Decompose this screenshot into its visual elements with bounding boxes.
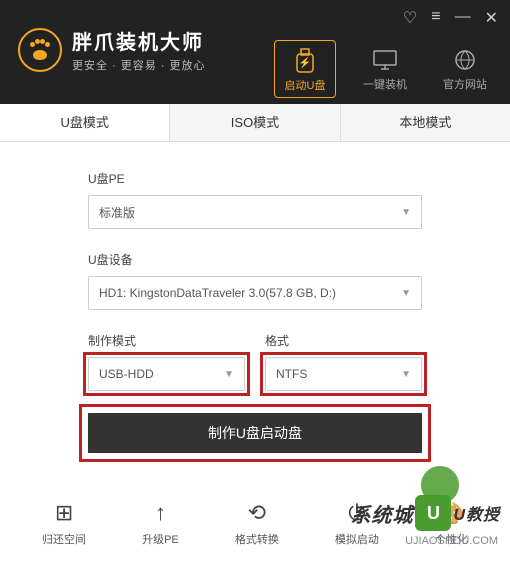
chevron-down-icon: ▼ — [401, 207, 411, 218]
pe-label: U盘PE — [88, 170, 422, 187]
watermark: 系统城 U U教授 — [350, 495, 500, 531]
chevron-down-icon: ▼ — [401, 369, 411, 380]
watermark-brand: 系统城 — [350, 499, 413, 528]
restore-icon: ⊞ — [42, 499, 86, 527]
chevron-down-icon: ▼ — [224, 369, 234, 380]
pe-select[interactable]: 标准版 ▼ — [88, 195, 422, 229]
make-mode-select[interactable]: USB-HDD ▼ — [88, 357, 245, 391]
nav-boot-usb[interactable]: ⚡ 启动U盘 — [274, 40, 336, 98]
nav-label: 一键装机 — [356, 76, 414, 92]
app-header: ♡ ≡ — ✕ 胖爪装机大师 更安全 · 更容易 · 更放心 ⚡ 启动U盘 一键… — [0, 0, 510, 104]
bottom-label: 归还空间 — [42, 531, 86, 547]
upgrade-icon: ↑ — [142, 499, 179, 527]
nav-label: 启动U盘 — [277, 77, 333, 93]
format-select[interactable]: NTFS ▼ — [265, 357, 422, 391]
make-mode-value: USB-HDD — [99, 367, 154, 381]
headset-icon[interactable]: ♡ — [403, 8, 417, 28]
bottom-label: 模拟启动 — [335, 531, 379, 547]
format-label: 格式 — [265, 332, 422, 349]
device-select[interactable]: HD1: KingstonDataTraveler 3.0(57.8 GB, D… — [88, 276, 422, 310]
format-value: NTFS — [276, 367, 307, 381]
logo-icon — [18, 28, 62, 72]
minimize-icon[interactable]: — — [455, 8, 471, 28]
watermark-logo-icon: U — [415, 495, 451, 531]
bottom-restore[interactable]: ⊞ 归还空间 — [42, 499, 86, 547]
bottom-label: 升级PE — [142, 531, 179, 547]
nav-label: 官方网站 — [436, 76, 494, 92]
usb-icon: ⚡ — [277, 47, 333, 75]
pe-value: 标准版 — [99, 204, 135, 221]
bottom-label: 格式转换 — [235, 531, 279, 547]
mode-tabs: U盘模式 ISO模式 本地模式 — [0, 104, 510, 142]
highlight-box: NTFS ▼ — [260, 352, 427, 396]
tab-usb-mode[interactable]: U盘模式 — [0, 104, 170, 141]
nav-official-site[interactable]: 官方网站 — [434, 40, 496, 98]
tab-local-mode[interactable]: 本地模式 — [341, 104, 510, 141]
make-usb-button[interactable]: 制作U盘启动盘 — [88, 413, 422, 453]
watermark-url: UJIAOSHOU.COM — [405, 535, 498, 547]
tab-iso-mode[interactable]: ISO模式 — [170, 104, 340, 141]
top-nav: ⚡ 启动U盘 一键装机 官方网站 — [274, 40, 496, 98]
bottom-convert[interactable]: ⟲ 格式转换 — [235, 499, 279, 547]
menu-icon[interactable]: ≡ — [431, 8, 440, 28]
make-mode-label: 制作模式 — [88, 332, 245, 349]
device-value: HD1: KingstonDataTraveler 3.0(57.8 GB, D… — [99, 286, 336, 300]
bottom-upgrade[interactable]: ↑ 升级PE — [142, 499, 179, 547]
chevron-down-icon: ▼ — [401, 288, 411, 299]
device-label: U盘设备 — [88, 251, 422, 268]
convert-icon: ⟲ — [235, 499, 279, 527]
nav-one-click[interactable]: 一键装机 — [354, 40, 416, 98]
monitor-icon — [356, 46, 414, 74]
svg-text:⚡: ⚡ — [299, 56, 311, 69]
ie-icon — [436, 46, 494, 74]
close-icon[interactable]: ✕ — [485, 8, 498, 28]
highlight-box: USB-HDD ▼ — [83, 352, 250, 396]
highlight-box: 制作U盘启动盘 — [79, 404, 431, 462]
brand-subtitle: 更安全 · 更容易 · 更放心 — [72, 57, 206, 73]
watermark-sub: U教授 — [453, 501, 500, 525]
window-controls: ♡ ≡ — ✕ — [403, 8, 498, 28]
main-content: U盘PE 标准版 ▼ U盘设备 HD1: KingstonDataTravele… — [0, 142, 510, 462]
brand-title: 胖爪装机大师 — [72, 26, 206, 55]
